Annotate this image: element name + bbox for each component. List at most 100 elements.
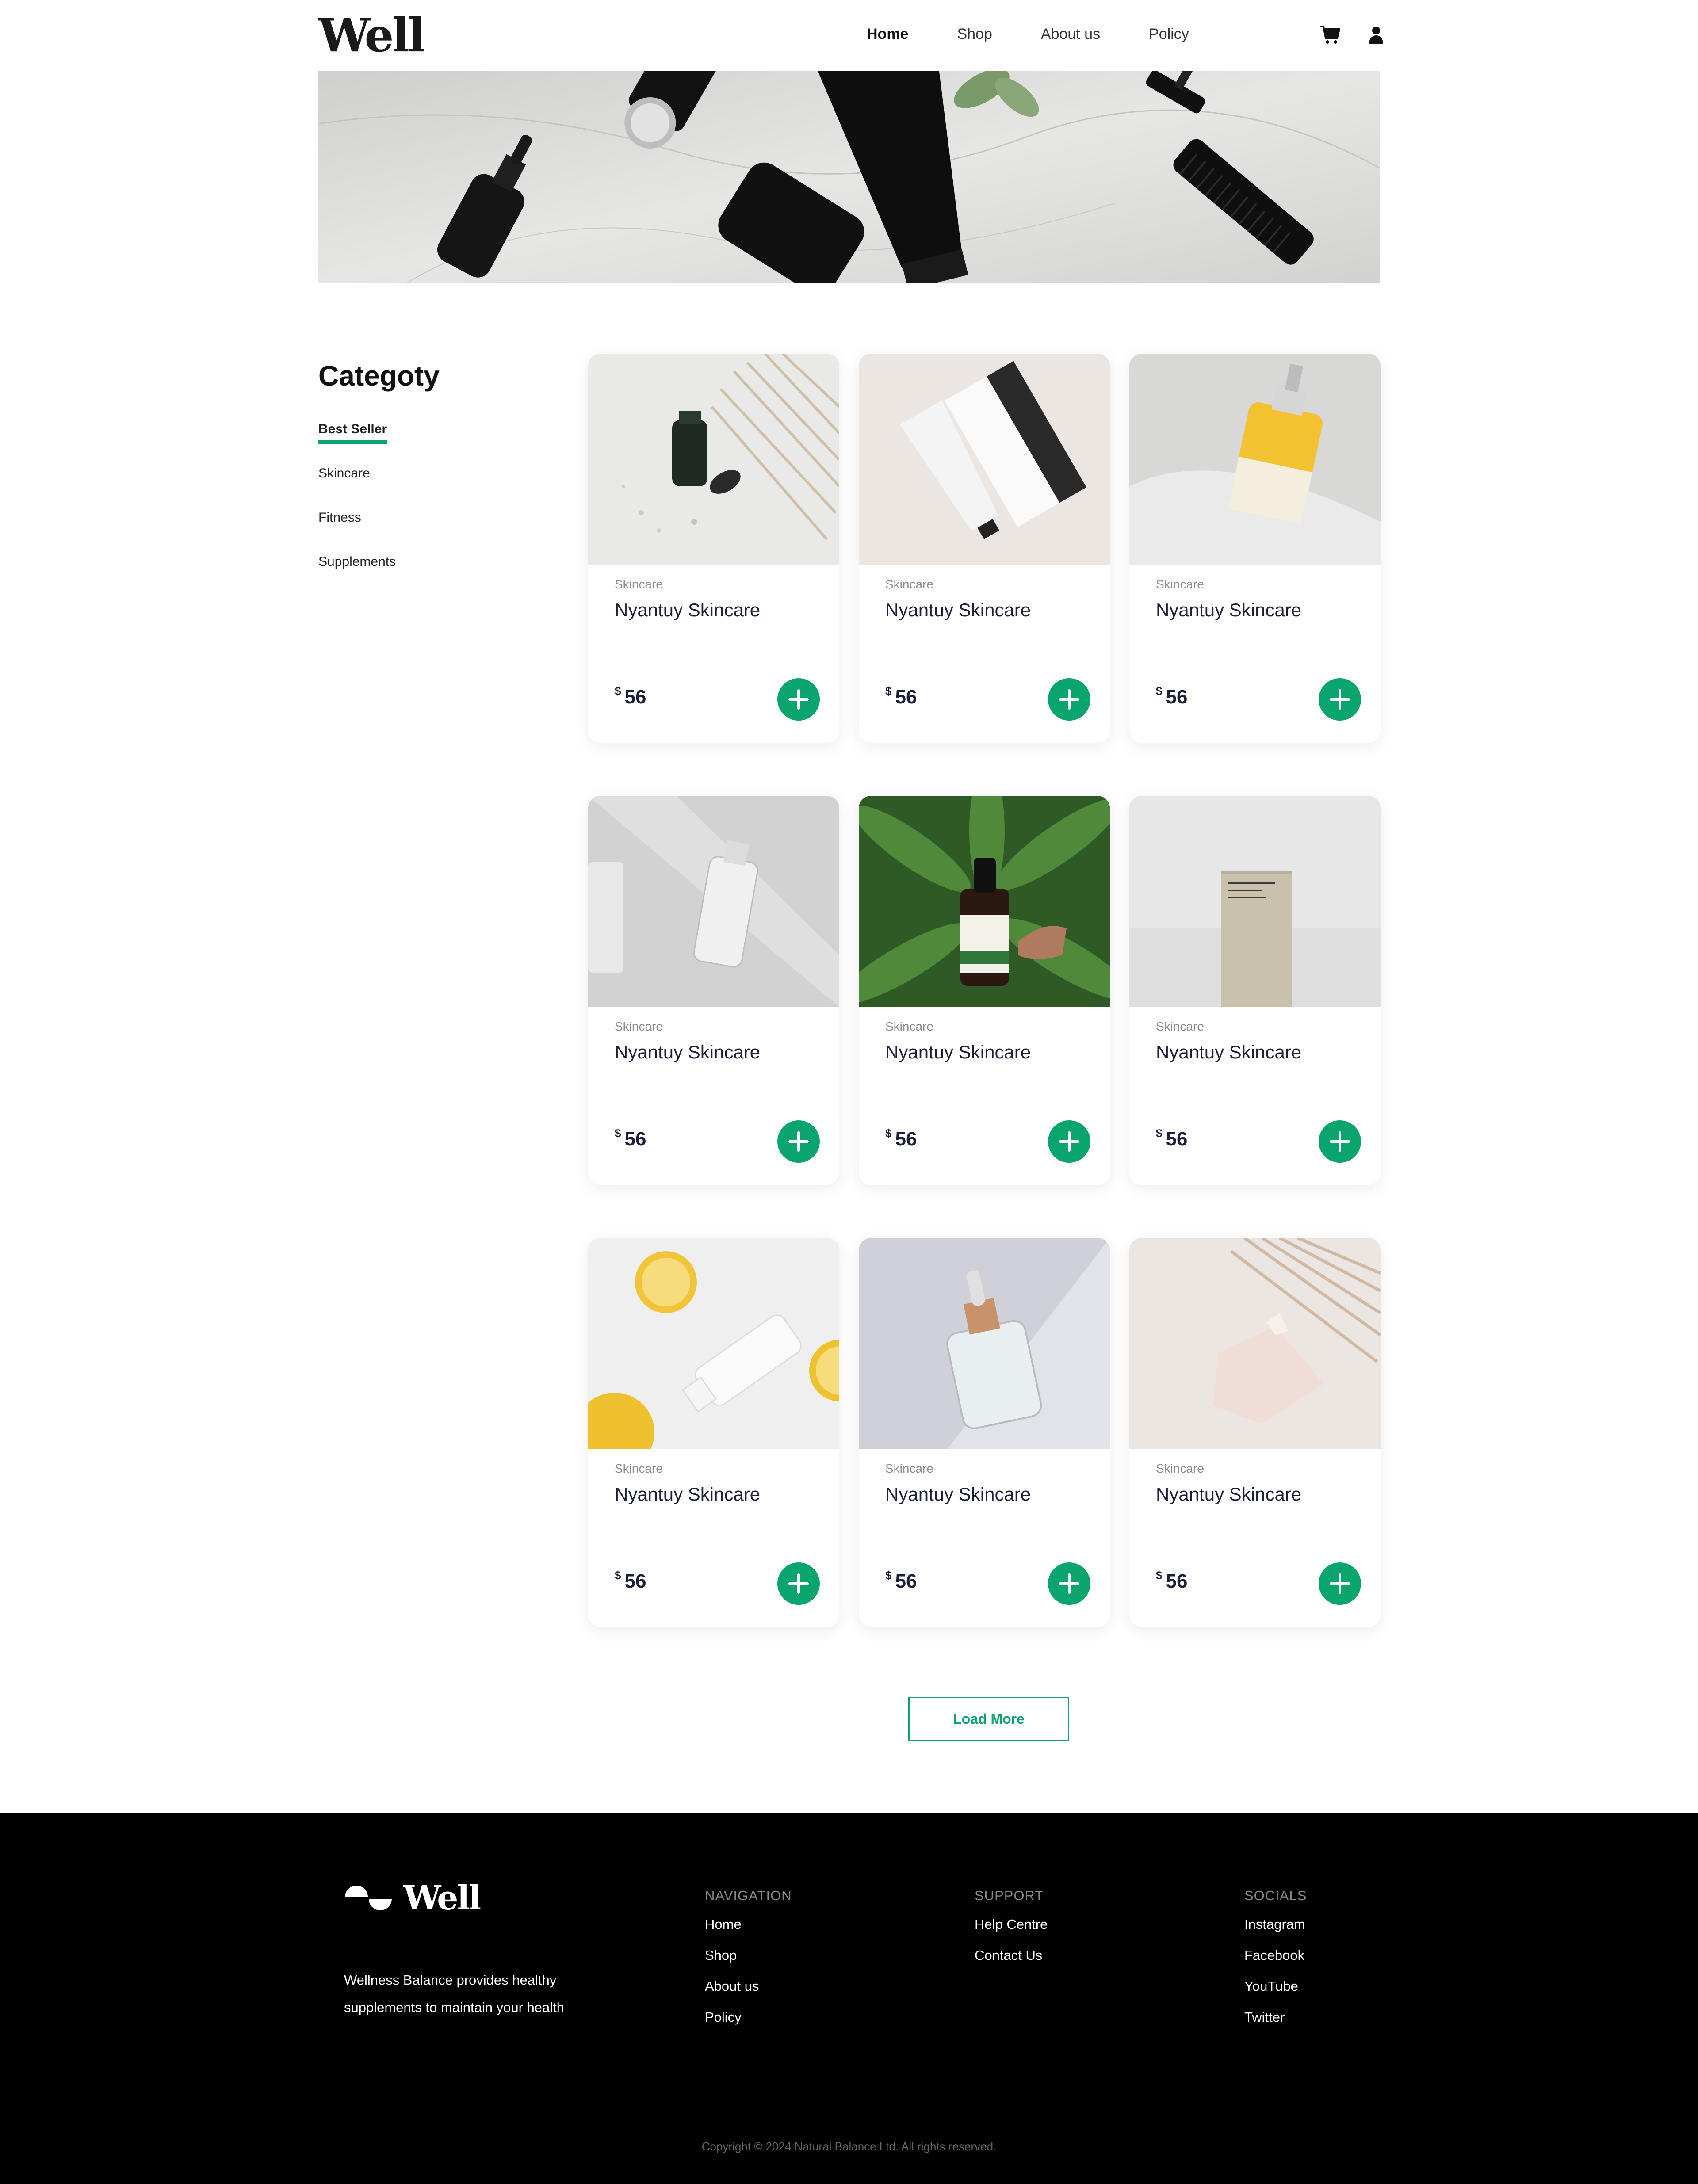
product-price: $56	[885, 1569, 917, 1592]
footer-link-about[interactable]: About us	[705, 1971, 792, 2002]
product-image	[588, 796, 839, 1007]
add-to-cart-button[interactable]	[1319, 1562, 1361, 1605]
product-image	[1129, 796, 1381, 1007]
product-name[interactable]: Nyantuy Skincare	[885, 1042, 1031, 1063]
plus-icon	[788, 1573, 809, 1594]
nav-home[interactable]: Home	[867, 22, 908, 46]
product-price: $56	[1156, 1126, 1188, 1150]
footer-link-policy[interactable]: Policy	[705, 2002, 792, 2033]
product-price: $56	[615, 1569, 646, 1592]
add-to-cart-button[interactable]	[1048, 1562, 1090, 1605]
footer-link-facebook[interactable]: Facebook	[1244, 1940, 1307, 1971]
category-title: Categoty	[318, 360, 440, 392]
footer-link-help-centre[interactable]: Help Centre	[975, 1909, 1048, 1940]
footer-link-home[interactable]: Home	[705, 1909, 792, 1940]
footer-navigation-column: NAVIGATION Home Shop About us Policy	[705, 1882, 792, 2033]
product-price: $56	[615, 684, 646, 708]
category-label: Best Seller	[318, 420, 387, 444]
product-category: Skincare	[1156, 1019, 1204, 1033]
add-to-cart-button[interactable]	[777, 1562, 820, 1605]
price-value: 56	[624, 1128, 646, 1150]
category-list: Best Seller Skincare Fitness Supplements	[318, 418, 539, 595]
plus-icon	[1330, 1131, 1350, 1152]
footer-support-column: SUPPORT Help Centre Contact Us	[975, 1882, 1048, 1971]
product-category: Skincare	[1156, 577, 1204, 591]
add-to-cart-button[interactable]	[1048, 678, 1090, 721]
product-name[interactable]: Nyantuy Skincare	[1156, 599, 1301, 621]
copyright-text: Copyright © 2024 Natural Balance Ltd. Al…	[701, 2140, 997, 2153]
plus-icon	[1059, 1131, 1079, 1152]
product-price: $56	[1156, 1569, 1188, 1592]
product-image	[1129, 354, 1381, 565]
product-category: Skincare	[885, 577, 933, 591]
plus-icon	[788, 689, 809, 710]
currency-symbol: $	[615, 1126, 621, 1140]
user-icon[interactable]	[1365, 23, 1388, 46]
price-value: 56	[1166, 1128, 1188, 1150]
product-card[interactable]: Skincare Nyantuy Skincare $56	[1129, 796, 1381, 1185]
footer-link-youtube[interactable]: YouTube	[1244, 1971, 1307, 2002]
product-name[interactable]: Nyantuy Skincare	[885, 1484, 1031, 1505]
footer-column-heading: SUPPORT	[975, 1888, 1044, 1903]
footer-logo-text: Well	[403, 1878, 481, 1917]
add-to-cart-button[interactable]	[777, 1120, 820, 1163]
footer-logo[interactable]: Well	[344, 1878, 481, 1918]
product-image	[1129, 1238, 1381, 1449]
add-to-cart-button[interactable]	[1048, 1120, 1090, 1163]
currency-symbol: $	[1156, 684, 1163, 698]
product-card[interactable]: Skincare Nyantuy Skincare $56	[588, 796, 839, 1185]
add-to-cart-button[interactable]	[1319, 1120, 1361, 1163]
brand-logo[interactable]: Well	[318, 9, 425, 62]
product-name[interactable]: Nyantuy Skincare	[615, 1484, 760, 1505]
cart-icon[interactable]	[1319, 23, 1342, 46]
product-card[interactable]: Skincare Nyantuy Skincare $56	[588, 354, 839, 743]
product-price: $56	[885, 1126, 917, 1150]
load-more-button[interactable]: Load More	[908, 1697, 1069, 1741]
category-skincare[interactable]: Skincare	[318, 462, 539, 507]
nav-shop[interactable]: Shop	[957, 22, 992, 46]
product-card[interactable]: Skincare Nyantuy Skincare $56	[1129, 354, 1381, 743]
category-supplements[interactable]: Supplements	[318, 551, 539, 595]
footer-link-shop[interactable]: Shop	[705, 1940, 792, 1971]
price-value: 56	[1166, 1570, 1188, 1592]
category-fitness[interactable]: Fitness	[318, 507, 539, 551]
category-best-seller[interactable]: Best Seller	[318, 418, 539, 462]
footer-tagline: Wellness Balance provides healthy supple…	[344, 1972, 565, 2015]
footer-socials-column: SOCIALS Instagram Facebook YouTube Twitt…	[1244, 1882, 1307, 2033]
currency-symbol: $	[615, 1569, 621, 1582]
product-name[interactable]: Nyantuy Skincare	[1156, 1042, 1301, 1063]
product-card[interactable]: Skincare Nyantuy Skincare $56	[588, 1238, 839, 1627]
price-value: 56	[624, 1570, 646, 1592]
plus-icon	[788, 1131, 809, 1152]
product-name[interactable]: Nyantuy Skincare	[615, 599, 760, 621]
product-card[interactable]: Skincare Nyantuy Skincare $56	[859, 1238, 1110, 1627]
plus-icon	[1330, 1573, 1350, 1594]
currency-symbol: $	[1156, 1569, 1163, 1582]
product-name[interactable]: Nyantuy Skincare	[615, 1042, 760, 1063]
currency-symbol: $	[885, 1126, 892, 1140]
product-image	[859, 796, 1110, 1007]
currency-symbol: $	[885, 1569, 892, 1582]
category-sidebar: Categoty Best Seller Skincare Fitness Su…	[318, 354, 539, 595]
footer-link-contact[interactable]: Contact Us	[975, 1940, 1048, 1971]
nav-policy[interactable]: Policy	[1149, 22, 1189, 46]
price-value: 56	[895, 1570, 917, 1592]
currency-symbol: $	[615, 684, 621, 698]
product-card[interactable]: Skincare Nyantuy Skincare $56	[859, 354, 1110, 743]
footer-link-instagram[interactable]: Instagram	[1244, 1909, 1307, 1940]
footer-column-heading: SOCIALS	[1244, 1888, 1307, 1903]
product-image	[859, 1238, 1110, 1449]
nav-about[interactable]: About us	[1041, 22, 1100, 46]
add-to-cart-button[interactable]	[777, 678, 820, 721]
product-card[interactable]: Skincare Nyantuy Skincare $56	[1129, 1238, 1381, 1627]
site-header: Well Home Shop About us Policy	[0, 0, 1698, 71]
site-footer: Well Wellness Balance provides healthy s…	[0, 1813, 1698, 2184]
product-price: $56	[615, 1126, 646, 1150]
currency-symbol: $	[1156, 1126, 1163, 1140]
footer-link-twitter[interactable]: Twitter	[1244, 2002, 1307, 2033]
main-nav: Home Shop About us Policy	[867, 22, 1238, 46]
product-name[interactable]: Nyantuy Skincare	[885, 599, 1031, 621]
add-to-cart-button[interactable]	[1319, 678, 1361, 721]
product-card[interactable]: Skincare Nyantuy Skincare $56	[859, 796, 1110, 1185]
product-name[interactable]: Nyantuy Skincare	[1156, 1484, 1301, 1505]
